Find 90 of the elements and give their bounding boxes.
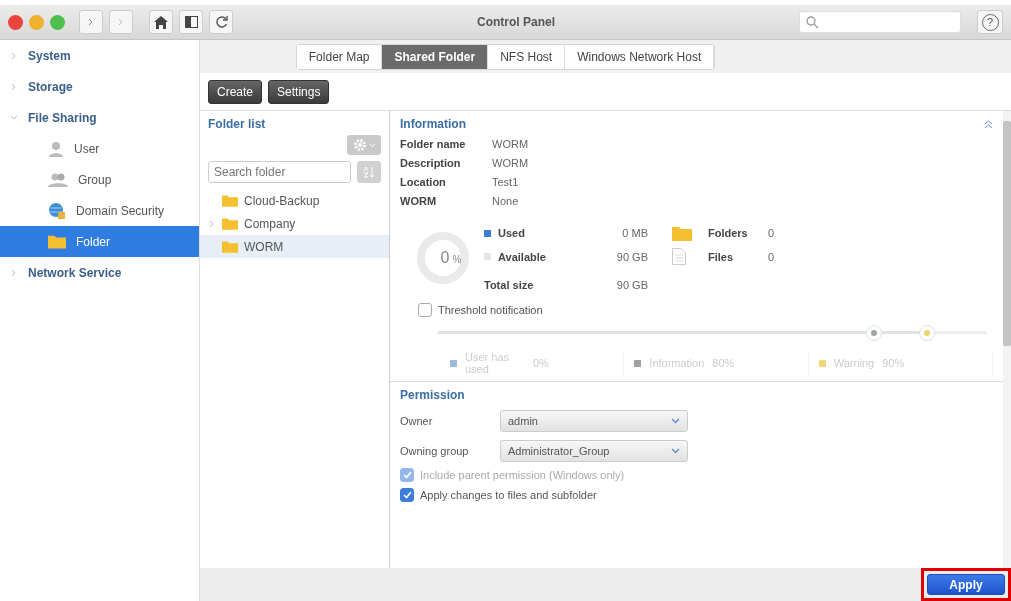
field-label: Location bbox=[400, 176, 447, 188]
sidebar-item[interactable]: Group bbox=[0, 164, 199, 195]
forward-button[interactable] bbox=[109, 10, 133, 34]
slider-thumb[interactable] bbox=[866, 325, 883, 341]
scrollbar[interactable] bbox=[1003, 111, 1011, 568]
sidebar-item[interactable]: Domain Security bbox=[0, 195, 199, 226]
file-icon bbox=[672, 248, 686, 265]
permission-checkbox[interactable]: Apply changes to files and subfolder bbox=[400, 488, 993, 502]
chevron-right-icon[interactable] bbox=[117, 18, 125, 26]
threshold-checkbox[interactable]: Threshold notification bbox=[418, 303, 993, 317]
dropdown[interactable]: Administrator_Group bbox=[500, 440, 688, 462]
chevron-right-icon[interactable] bbox=[87, 18, 95, 26]
minimize-button[interactable] bbox=[29, 14, 44, 30]
window-title: Control Panel bbox=[476, 15, 556, 29]
count-value: 0 bbox=[768, 250, 776, 263]
folder-icon bbox=[48, 234, 66, 249]
tab[interactable]: Shared Folder bbox=[382, 44, 489, 69]
count-label: Folders bbox=[708, 227, 749, 239]
chevron-right-icon[interactable] bbox=[10, 268, 18, 277]
search-icon bbox=[806, 15, 819, 29]
folder-icon bbox=[222, 194, 238, 207]
field-label: Owner bbox=[400, 415, 434, 427]
group-icon bbox=[48, 171, 68, 188]
chevron-right-icon[interactable] bbox=[208, 219, 216, 228]
folder-list-item[interactable]: Company bbox=[200, 212, 389, 235]
gear-icon bbox=[352, 138, 367, 152]
sidebar-item[interactable]: File Sharing bbox=[0, 102, 199, 133]
field-value: Test1 bbox=[492, 176, 520, 188]
folder-icon bbox=[222, 217, 238, 230]
field-value: WORM bbox=[492, 138, 530, 150]
globe-icon bbox=[48, 201, 66, 220]
sidebar-item[interactable]: Folder bbox=[0, 226, 199, 257]
close-button[interactable] bbox=[8, 14, 23, 30]
sort-icon bbox=[362, 166, 376, 178]
folder-list-item[interactable]: WORM bbox=[200, 235, 389, 258]
legend-value: 90 GB bbox=[615, 250, 648, 263]
folder-icon bbox=[672, 225, 692, 241]
field-label: Folder name bbox=[400, 138, 467, 150]
tab[interactable]: Folder Map bbox=[296, 44, 383, 69]
field-label: WORM bbox=[400, 195, 438, 207]
folder-list-item[interactable]: Cloud-Backup bbox=[200, 189, 389, 212]
slider-thumb[interactable] bbox=[918, 325, 935, 341]
help-button[interactable]: ? bbox=[977, 10, 1003, 34]
sidebar-item[interactable]: User bbox=[0, 133, 199, 164]
field-value: None bbox=[492, 195, 520, 207]
user-icon bbox=[48, 140, 64, 157]
chevron-down-icon bbox=[671, 448, 680, 454]
search-field[interactable]: Search folder bbox=[208, 161, 351, 183]
percent-unit: % bbox=[452, 254, 462, 265]
count-label: Files bbox=[708, 250, 735, 263]
section-title: Information bbox=[400, 117, 466, 131]
pane-title: Folder list bbox=[207, 117, 267, 131]
sidebar-item[interactable]: Network Service bbox=[0, 257, 199, 288]
caret-icon bbox=[368, 142, 376, 148]
chevron-down-icon[interactable] bbox=[10, 113, 18, 122]
chevron-right-icon[interactable] bbox=[10, 82, 18, 91]
section-title: Permission bbox=[400, 388, 466, 402]
home-icon bbox=[154, 15, 168, 29]
dropdown[interactable]: admin bbox=[500, 410, 688, 432]
count-value: 0 bbox=[768, 227, 776, 239]
legend-label: Available bbox=[498, 250, 547, 263]
sidebar-panel-icon bbox=[184, 16, 198, 28]
search-field[interactable] bbox=[799, 11, 961, 33]
legend-label: Used bbox=[498, 227, 526, 239]
usage-percent: 0 bbox=[440, 249, 450, 267]
panel-toggle-button[interactable] bbox=[179, 10, 203, 34]
field-label: Owning group bbox=[400, 445, 470, 457]
gear-menu-button[interactable] bbox=[347, 135, 381, 155]
checkmark-icon bbox=[402, 471, 412, 479]
legend-value: 90 GB bbox=[615, 279, 648, 291]
checkmark-icon bbox=[402, 491, 412, 499]
back-button[interactable] bbox=[79, 10, 103, 34]
legend-value: 0 MB bbox=[621, 227, 648, 239]
refresh-button[interactable] bbox=[209, 10, 233, 34]
sidebar-item[interactable]: Storage bbox=[0, 71, 199, 102]
field-label: Description bbox=[400, 157, 462, 169]
legend-label: Total size bbox=[484, 279, 535, 291]
toolbar-button[interactable]: Settings bbox=[268, 79, 330, 104]
chevron-down-icon bbox=[671, 418, 680, 424]
apply-button[interactable]: Apply bbox=[927, 574, 1005, 595]
maximize-button[interactable] bbox=[50, 14, 65, 30]
sidebar-item[interactable]: System bbox=[0, 40, 199, 71]
toolbar-button[interactable]: Create bbox=[208, 79, 263, 104]
chevron-right-icon[interactable] bbox=[10, 51, 18, 60]
home-button[interactable] bbox=[149, 10, 173, 34]
sort-button[interactable] bbox=[357, 161, 381, 183]
refresh-icon bbox=[214, 15, 228, 29]
folder-icon bbox=[222, 240, 238, 253]
field-value: WORM bbox=[492, 157, 530, 169]
collapse-icon[interactable] bbox=[984, 119, 993, 129]
